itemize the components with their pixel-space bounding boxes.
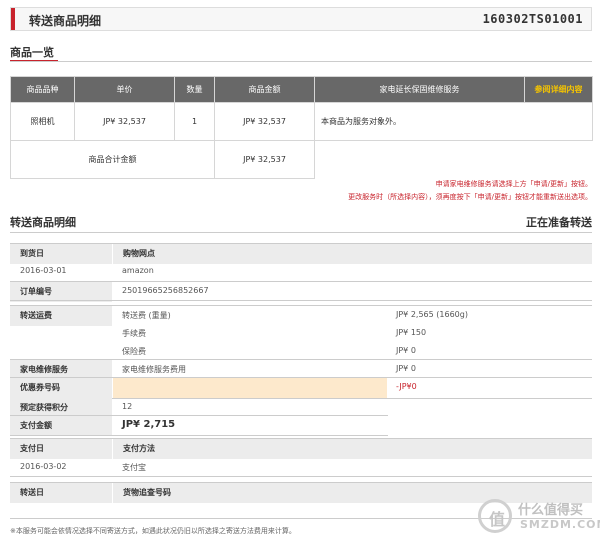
total-row: 商品合计金额 JP¥ 32,537 [10,140,593,179]
order-id: 160302TS01001 [482,12,583,26]
col-category: 商品品种 [10,76,75,103]
coupon-label: 优惠券号码 [10,378,112,398]
watermark-text: 什么值得买 [518,503,584,518]
accent-bar [11,8,15,30]
detail-section-title: 转送商品明细 [10,216,76,229]
products-section-title: 商品一览 [10,46,54,59]
fee-item-name: 保险费 [122,347,146,356]
shipping-status: 正在准备转送 [526,216,592,229]
table-row: 照相机 JP¥ 32,537 1 JP¥ 32,537 本商品为服务对象外。 [10,102,593,141]
payment-date-label: 支付日 [10,439,112,459]
cell-unit-price: JP¥ 32,537 [74,102,175,141]
coupon-input[interactable] [113,378,387,398]
col-qty: 数量 [174,76,215,103]
fee-item-value: JP¥ 0 [396,346,416,355]
cell-service: 本商品为服务对象外。 [314,102,593,141]
products-header-row: 商品品种 单价 数量 商品金额 家电延长保固维修服务 参阅详细内容 [10,76,593,103]
col-unit-price: 单价 [74,76,175,103]
payment-total-value: JP¥ 2,715 [122,419,176,430]
section-rule [10,232,592,233]
watermark-logo-icon: 值 [478,499,512,533]
watermark-site: SMZDM.COM [520,518,600,531]
section-rule [10,61,592,62]
cell-qty: 1 [174,102,215,141]
arrival-date-label: 到货日 [10,244,112,264]
page-title: 转送商品明细 [29,14,102,28]
shop-label: 购物网点 [113,244,592,264]
details-link[interactable]: 参阅详细内容 [524,76,593,103]
fee-item-value: JP¥ 2,565 (1660g) [396,310,468,319]
notice-line-2: 更改服务时（所选择内容），须再度按下「申请/更新」按钮才能重新送出选项。 [348,193,592,201]
fee-item-name: 转送费 (重量) [122,311,171,320]
cell-category: 照相机 [10,102,75,141]
fee-item-value: JP¥ 150 [396,328,427,337]
page-header: 转送商品明细 160302TS01001 [10,7,592,31]
products-table: 商品品种 单价 数量 商品金额 家电延长保固维修服务 参阅详细内容 照相机 JP… [10,76,593,179]
total-value: JP¥ 32,537 [214,140,315,179]
ship-date-label: 转送日 [10,483,112,503]
payment-total-label: 支付金额 [10,416,112,436]
footnote: ※本服务可能会依情况选择不同寄送方式，如遇此状况仍旧以所选择之寄送方法费用来计算… [10,527,296,535]
col-service: 家电延长保固维修服务 [314,76,525,103]
payment-method-label: 支付方法 [113,439,592,459]
cell-amount: JP¥ 32,537 [214,102,315,141]
appliance-service-value: JP¥ 0 [396,364,416,373]
notice-line-1: 申请家电维修服务请选择上方「申请/更新」按钮。 [435,180,592,188]
coupon-value: -JP¥0 [396,382,417,391]
appliance-service-item: 家电维修服务费用 [122,365,186,374]
total-label: 商品合计金额 [10,140,215,179]
payment-method-value: 支付宝 [122,463,146,472]
order-number-value: 25019665256852667 [122,286,209,295]
shop-value: amazon [122,266,154,275]
payment-date-value: 2016-03-02 [20,462,67,471]
fee-item-name: 手续费 [122,329,146,338]
points-value: 12 [122,402,133,411]
col-amount: 商品金额 [214,76,315,103]
order-number-label: 订单编号 [10,282,112,302]
arrival-date-value: 2016-03-01 [20,266,67,275]
watermark: 值 什么值得买 SMZDM.COM [476,495,600,540]
shipping-fee-label: 转送运费 [10,306,112,326]
